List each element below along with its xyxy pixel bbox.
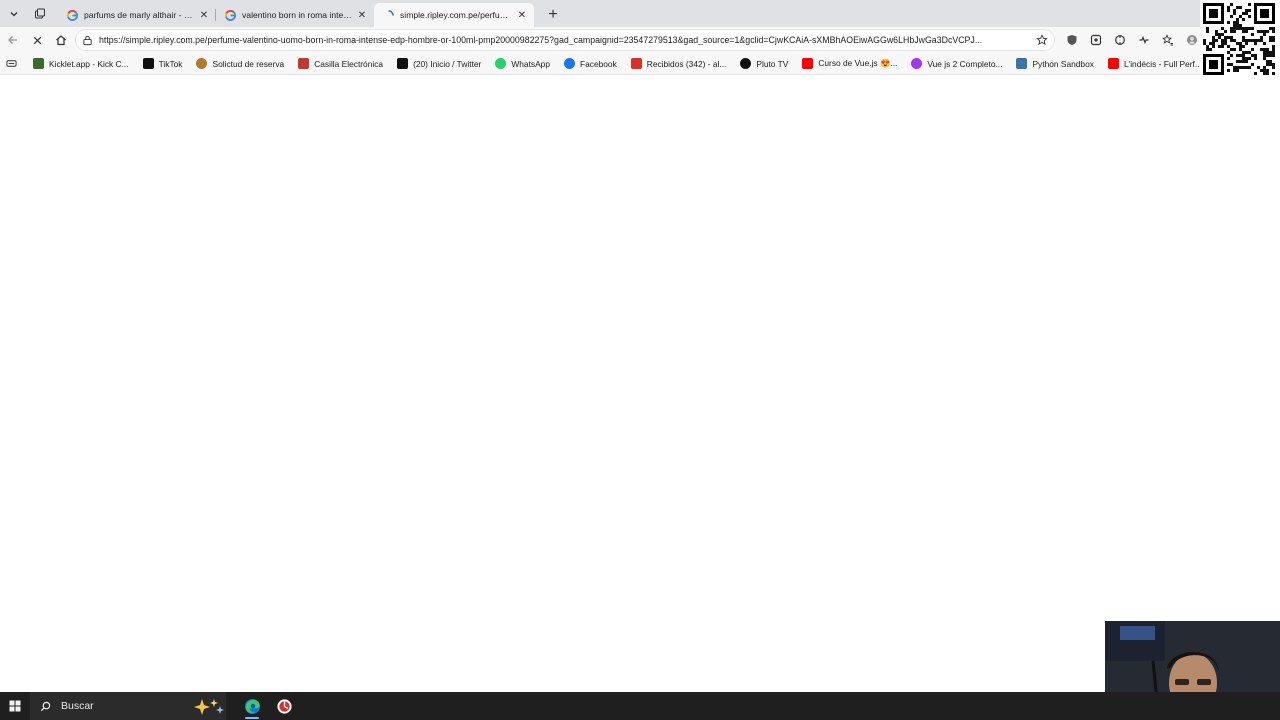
arrow-left-icon — [8, 36, 17, 44]
heartbeat-icon — [1139, 35, 1149, 45]
new-tab-button[interactable]: + — [542, 4, 564, 26]
windows-logo-icon — [9, 700, 21, 712]
bookmark-label: Pluto TV — [756, 58, 789, 69]
bookmark-item[interactable]: Kicklet.app - Kick C... — [26, 54, 136, 74]
navigation-toolbar: https://simple.ripley.com.pe/perfume-val… — [0, 27, 1200, 53]
tab-title: simple.ripley.com.pe/perfume-vale — [400, 10, 512, 20]
bookmark-item[interactable]: Recibidos (342) - al... — [624, 54, 734, 74]
bookmark-item[interactable]: Curso de Vue.js 😍... — [795, 54, 904, 74]
tab-actions-menu-button[interactable] — [2, 2, 26, 26]
facebook-icon — [563, 58, 575, 69]
favorites-button[interactable] — [1156, 28, 1180, 52]
bookmark-label: (20) Inicio / Twitter — [413, 58, 482, 69]
reading-list-icon — [6, 60, 17, 67]
pluto-tv-icon — [740, 58, 752, 69]
qr-code-icon — [1203, 3, 1275, 75]
browser-essentials-button[interactable] — [1132, 28, 1156, 52]
udemy-icon — [911, 58, 923, 69]
site-info-icon[interactable] — [82, 35, 93, 46]
tab-title: parfums de marly althair - Buscar c — [84, 10, 194, 20]
reserva-icon — [196, 58, 208, 69]
youtube-icon — [802, 58, 814, 69]
bookmark-item[interactable]: Casilla Electrónica — [291, 54, 390, 74]
qr-code-overlay — [1200, 0, 1280, 76]
tab-ripley-active[interactable]: simple.ripley.com.pe/perfume-vale ✕ — [374, 3, 534, 27]
star-icon[interactable] — [1036, 34, 1048, 46]
puzzle-icon — [1115, 35, 1125, 45]
bookmark-item[interactable]: (20) Inicio / Twitter — [390, 54, 488, 74]
bookmark-item[interactable]: Solictud de reserva — [189, 54, 291, 74]
bookmark-item[interactable]: Python Sandbox — [1009, 54, 1100, 74]
gmail-icon — [630, 58, 642, 69]
close-tab-icon[interactable]: ✕ — [356, 9, 368, 21]
home-icon — [56, 35, 66, 46]
bookmark-item[interactable]: L'indécis - Full Perf... — [1101, 54, 1209, 74]
search-placeholder: Buscar — [61, 700, 94, 712]
python-icon — [1016, 58, 1028, 69]
crop-icon — [1090, 34, 1102, 46]
home-button[interactable] — [49, 28, 73, 52]
edge-browser-icon — [244, 698, 260, 714]
bookmark-item[interactable]: Pluto TV — [733, 54, 795, 74]
casilla-icon — [298, 58, 310, 69]
toolbar-extensions — [1060, 27, 1204, 53]
stop-loading-button[interactable] — [25, 28, 49, 52]
shield-extension-button[interactable] — [1060, 28, 1084, 52]
star-list-icon — [1162, 34, 1173, 46]
bookmark-label: Kicklet.app - Kick C... — [49, 58, 129, 69]
bookmark-label: TikTok — [158, 58, 183, 69]
bookmark-label: Python Sandbox — [1032, 58, 1094, 69]
taskbar-edge-button[interactable] — [236, 692, 268, 720]
google-icon — [66, 9, 78, 21]
bookmark-label: Curso de Vue.js 😍... — [818, 58, 898, 68]
reading-view-button[interactable] — [0, 54, 26, 74]
avatar — [1187, 35, 1197, 45]
tab-strip: parfums de marly althair - Buscar c ✕ va… — [0, 0, 1280, 27]
taskbar-search-box[interactable]: Buscar — [30, 692, 226, 720]
bookmarks-bar: Kicklet.app - Kick C... TikTok Solictud de… — [0, 53, 1202, 75]
bookmark-label: WhatsApp — [511, 58, 550, 69]
kicklet-icon — [33, 58, 44, 69]
recorder-icon — [276, 698, 292, 714]
shield-icon — [1067, 35, 1077, 45]
bookmark-item[interactable]: TikTok — [136, 54, 190, 74]
screenshot-button[interactable] — [1084, 28, 1108, 52]
back-button[interactable] — [1, 28, 25, 52]
url-text[interactable]: https://simple.ripley.com.pe/perfume-val… — [99, 35, 1036, 45]
bookmark-item[interactable]: Vue js 2 Completo... — [904, 54, 1009, 74]
copilot-sparkle-icon — [194, 699, 224, 715]
bookmark-item[interactable]: Facebook — [557, 54, 624, 74]
address-bar[interactable]: https://simple.ripley.com.pe/perfume-val… — [75, 29, 1055, 51]
workspaces-button[interactable] — [28, 2, 52, 26]
loading-spinner-icon — [382, 9, 394, 21]
taskbar-screen-recorder-button[interactable] — [268, 692, 300, 720]
bookmark-label: Vue js 2 Completo... — [927, 58, 1003, 69]
windows-taskbar: Buscar — [0, 692, 1280, 720]
close-tab-icon[interactable]: ✕ — [198, 9, 210, 21]
close-tab-icon[interactable]: ✕ — [516, 9, 528, 21]
close-icon — [33, 36, 41, 44]
tiktok-icon — [142, 58, 154, 69]
bookmark-item[interactable]: WhatsApp — [488, 54, 557, 74]
bookmark-label: Casilla Electrónica — [314, 58, 384, 69]
chevron-down-icon — [10, 12, 18, 17]
extensions-button[interactable] — [1108, 28, 1132, 52]
search-icon — [40, 701, 51, 711]
tab-valentino-search[interactable]: valentino born in roma intense - B ✕ — [216, 3, 374, 27]
google-icon — [224, 9, 236, 21]
tab-title: valentino born in roma intense - B — [242, 10, 352, 20]
bookmark-label: Recibidos (342) - al... — [646, 58, 727, 69]
workspaces-icon — [35, 8, 45, 19]
tab-parfums-search[interactable]: parfums de marly althair - Buscar c ✕ — [58, 3, 216, 27]
start-button[interactable] — [0, 692, 30, 720]
bookmark-label: L'indécis - Full Perf... — [1123, 58, 1202, 69]
bookmark-label: Solictud de reserva — [212, 58, 285, 69]
whatsapp-icon — [495, 58, 507, 69]
x-twitter-icon — [397, 58, 409, 69]
youtube-icon — [1107, 58, 1119, 69]
bookmark-label: Facebook — [579, 58, 617, 69]
page-content-blank — [0, 76, 1280, 692]
